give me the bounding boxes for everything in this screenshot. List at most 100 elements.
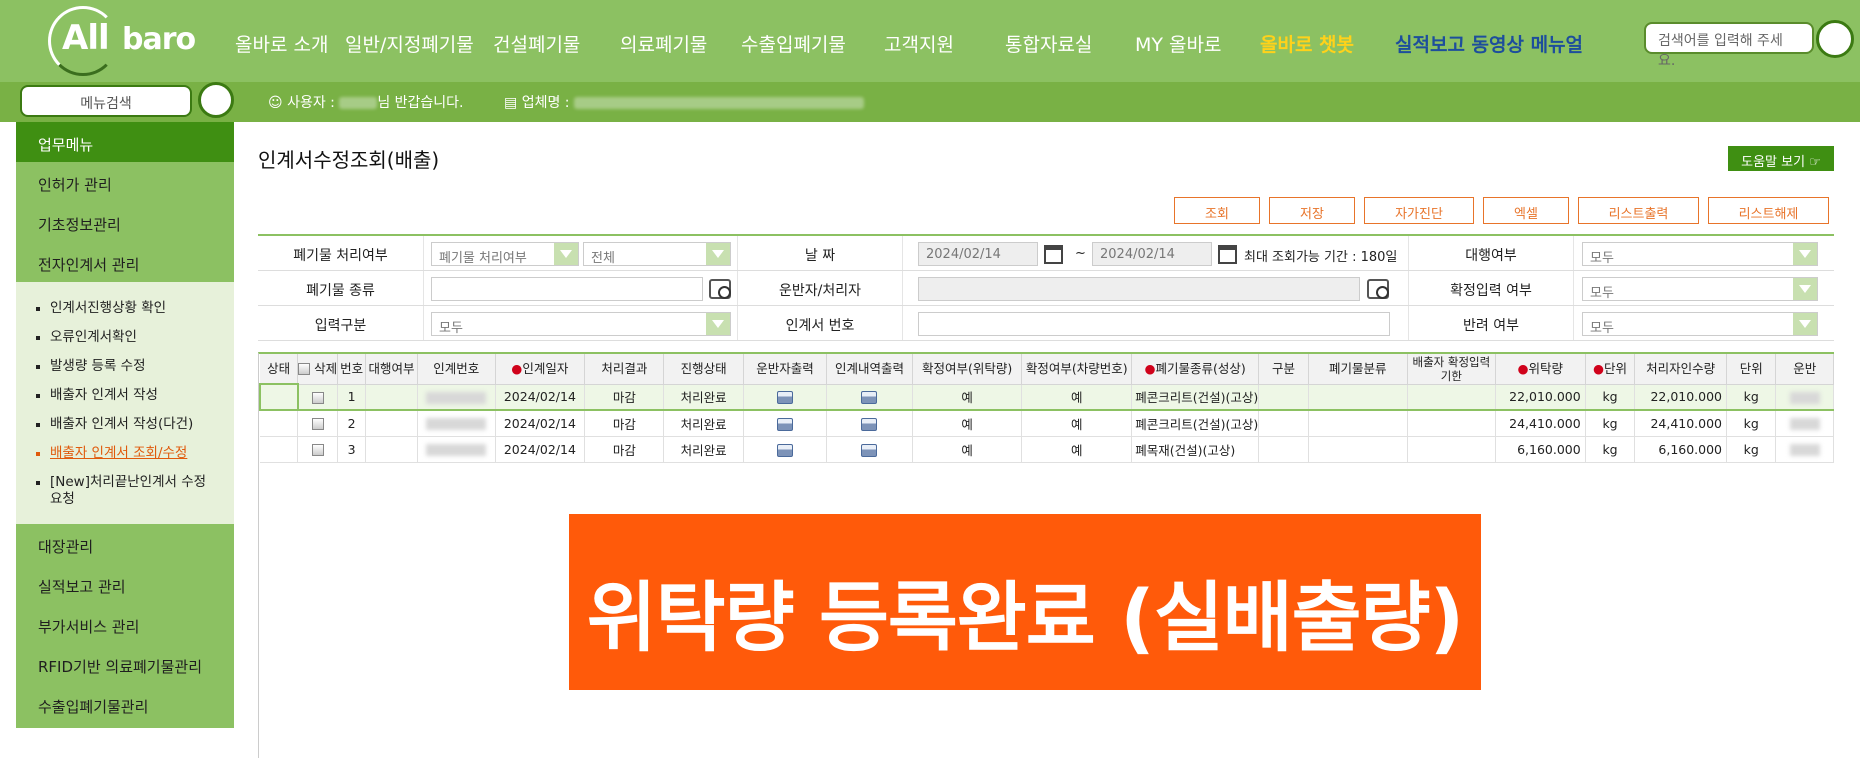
nav-chatbot[interactable]: 올바로 챗봇 [1260,30,1354,57]
top-search-input[interactable]: 검색어를 입력해 주세요. [1644,22,1814,69]
printer-icon[interactable] [776,391,793,405]
excel-button[interactable]: 엑셀 [1483,197,1569,224]
save-button[interactable]: 저장 [1269,197,1355,224]
select-all-checkbox[interactable] [298,363,311,376]
row-confirm-amount: 예 [912,384,1023,411]
sidebar-sub-error-slip[interactable]: 오류인계서확인 [16,323,234,352]
printer-icon[interactable] [861,417,878,431]
waste-process-select[interactable]: 폐기물 처리여부 [431,242,579,266]
row-status-cell[interactable] [259,383,299,411]
input-type-select[interactable]: 모두 [431,312,731,336]
waste-type-input[interactable] [431,277,703,301]
nav-data-library[interactable]: 통합자료실 [1005,30,1092,57]
row-no: 2 [337,410,367,437]
row-amount[interactable]: 6,160.000 [1495,436,1586,463]
list-print-button[interactable]: 리스트출력 [1578,197,1699,224]
nav-import-export-waste[interactable]: 수출입폐기물 [741,30,846,57]
sidebar-header[interactable]: 업무메뉴 [16,122,234,162]
printer-icon[interactable] [776,443,793,457]
menu-search-input[interactable]: 메뉴검색 [20,85,192,117]
row-delete-cell[interactable] [297,436,339,463]
chevron-down-icon [706,313,730,335]
chevron-down-icon [554,243,578,265]
row-slip-no[interactable] [417,384,496,411]
sidebar-sub-view-edit[interactable]: 배출자 인계서 조회/수정 [16,439,234,468]
carrier-redacted [1789,418,1820,431]
waste-process-all-select[interactable]: 전체 [583,242,731,266]
row-delete-cell[interactable] [297,410,339,437]
help-button[interactable]: 도움말 보기 ☞ [1728,146,1834,171]
list-clear-button[interactable]: 리스트해제 [1708,197,1829,224]
nav-construction-waste[interactable]: 건설폐기물 [493,30,580,57]
printer-icon[interactable] [861,443,878,457]
row-delete-cell[interactable] [297,384,339,411]
nav-customer-support[interactable]: 고객지원 [884,30,954,57]
row-category [1258,436,1309,463]
calendar-icon[interactable] [1218,245,1237,264]
sidebar-sub-generation-edit[interactable]: 발생량 등록 수정 [16,352,234,381]
waste-process-value: 폐기물 처리여부 [439,251,527,266]
date-from-input[interactable]: 2024/02/14 [918,242,1038,266]
sidebar-item-basic-info[interactable]: 기초정보관리 [16,202,234,242]
row-slip-no[interactable] [417,410,496,437]
nav-general-waste[interactable]: 일반/지정폐기물 [345,30,474,57]
nav-my-allbaro[interactable]: MY 올바로 [1135,30,1221,57]
sidebar-item-permit[interactable]: 인허가 관리 [16,162,234,202]
row-unit: kg [1585,436,1636,463]
agency-label: 대행여부 [1408,236,1574,270]
row-slip-print[interactable] [826,410,913,437]
self-diagnosis-button[interactable]: 자가진단 [1364,197,1474,224]
row-carrier-print[interactable] [743,436,828,463]
sidebar-item-import-export[interactable]: 수출입폐기물관리 [16,684,234,724]
row-slip-print[interactable] [826,384,913,411]
sidebar-item-addon[interactable]: 부가서비스 관리 [16,604,234,644]
row-carrier-print[interactable] [743,410,828,437]
row-checkbox[interactable] [311,444,324,456]
sidebar-sub-progress[interactable]: 인계서진행상황 확인 [16,294,234,323]
col-slip-no: 인계번호 [417,354,496,385]
return-select[interactable]: 모두 [1582,312,1818,336]
row-checkbox[interactable] [311,391,324,404]
required-mark: ● [1593,360,1604,376]
nav-allbaro-intro[interactable]: 올바로 소개 [235,30,328,57]
nav-medical-waste[interactable]: 의료폐기물 [620,30,707,57]
search-popup-icon[interactable] [709,279,731,299]
sidebar-item-ledger[interactable]: 대장관리 [16,524,234,564]
row-slip-no[interactable] [417,436,496,463]
sidebar-sub-write-multi[interactable]: 배출자 인계서 작성(다건) [16,410,234,439]
sidebar-sub-write-slip[interactable]: 배출자 인계서 작성 [16,381,234,410]
sidebar-item-report[interactable]: 실적보고 관리 [16,564,234,604]
confirm-input-select[interactable]: 모두 [1582,277,1818,301]
col-carrier: 운반 [1775,354,1834,385]
menu-search-icon[interactable] [198,82,234,118]
date-to-input[interactable]: 2024/02/14 [1092,242,1212,266]
agency-select[interactable]: 모두 [1582,242,1818,266]
sidebar-item-e-slip[interactable]: 전자인계서 관리 [16,242,234,282]
slip-no-input[interactable] [918,312,1390,336]
row-amount[interactable]: 24,410.000 [1495,410,1586,437]
calendar-icon[interactable] [1044,245,1063,264]
table-row[interactable]: 1 2024/02/14 마감 처리완료 예 예 폐콘크리트(건설)(고상) 2… [259,383,1834,411]
sidebar-item-rfid[interactable]: RFID기반 의료폐기물관리 [16,644,234,684]
completion-banner: 위탁량 등록완료 (실배출량) [569,514,1481,690]
nav-video-manual[interactable]: 실적보고 동영상 메뉴얼 [1395,30,1583,57]
printer-icon[interactable] [776,417,793,431]
row-result: 마감 [584,436,665,463]
printer-icon[interactable] [861,391,878,405]
table-row[interactable]: 2 2024/02/14 마감 처리완료 예 예 폐콘크리트(건설)(고상) 2… [260,410,1834,437]
search-popup-icon[interactable] [1367,279,1389,299]
row-status-cell[interactable] [260,436,299,463]
top-search-icon[interactable] [1816,20,1854,58]
sidebar-sub-new-request[interactable]: [New]처리끝난인계서 수정요청 [16,468,234,514]
table-row[interactable]: 3 2024/02/14 마감 처리완료 예 예 폐목재(건설)(고상) 6,1… [260,436,1834,463]
row-amount[interactable]: 22,010.000 [1495,384,1586,411]
row-slip-print[interactable] [826,436,913,463]
row-status-cell[interactable] [260,410,299,437]
row-carrier-print[interactable] [743,384,828,411]
row-checkbox[interactable] [311,418,324,431]
allbaro-logo[interactable]: All baro [48,6,198,76]
col-unit-label: 단위 [1603,360,1627,376]
col-delete[interactable]: 삭제 [297,354,339,385]
search-button[interactable]: 조회 [1174,197,1260,224]
carrier-input[interactable] [918,277,1360,301]
